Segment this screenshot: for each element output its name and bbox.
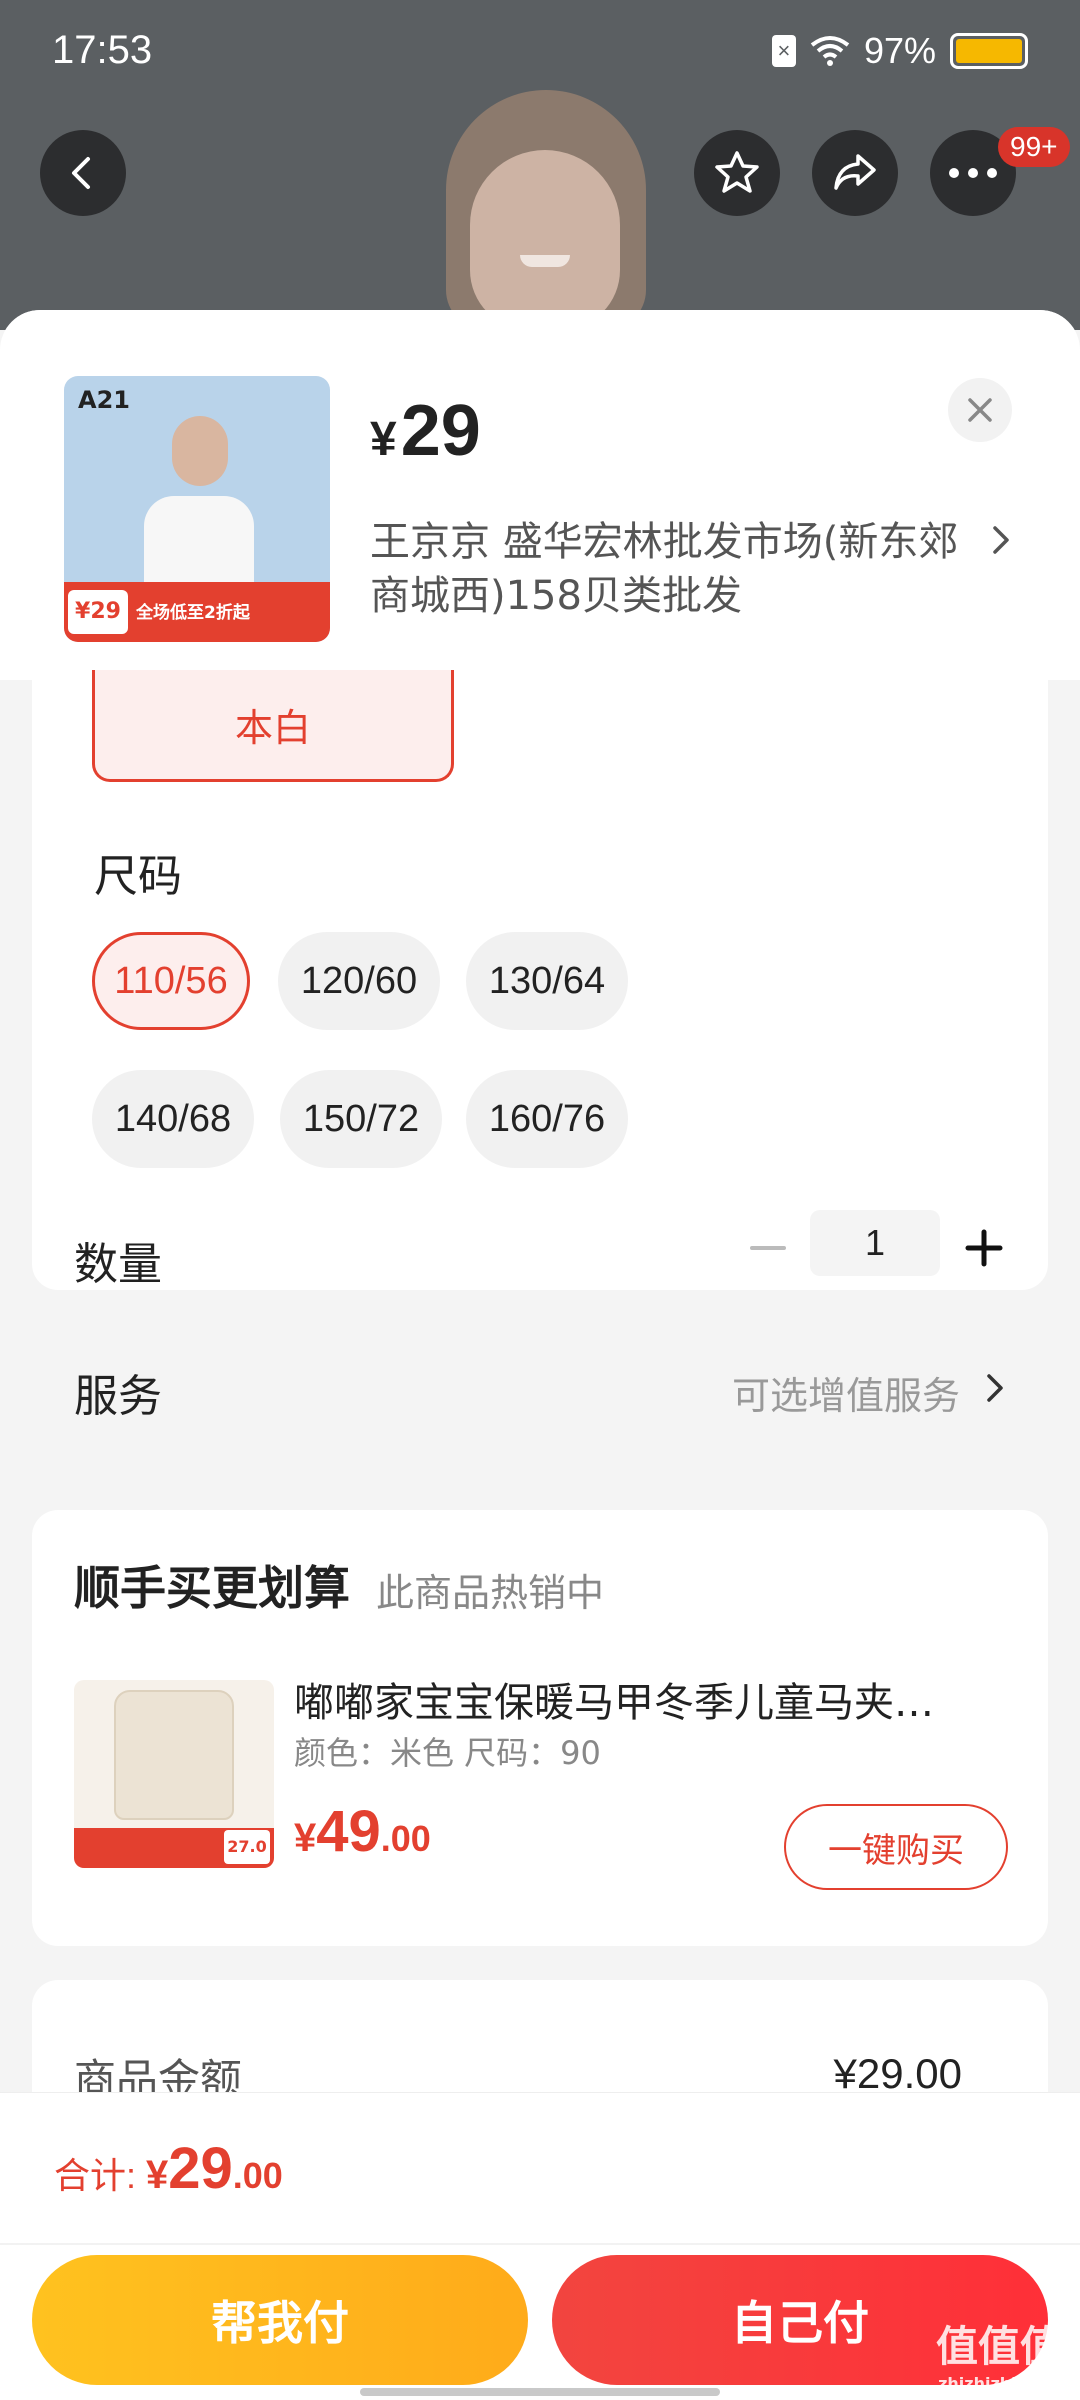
- upsell-price-dec: .00: [380, 1818, 431, 1859]
- total-label: 合计:: [54, 2155, 147, 2196]
- battery-percent: 97%: [863, 30, 936, 71]
- size-option-110-56[interactable]: 110/56: [92, 932, 250, 1030]
- upsell-title: 顺手买更划算: [74, 1561, 350, 1615]
- chevron-right-icon: [987, 1374, 1003, 1402]
- thumb-dress: [144, 496, 254, 596]
- shop-name[interactable]: 王京京 盛华宏林批发市场(新东郊商城西)158贝类批发: [370, 515, 990, 623]
- minus-icon[interactable]: [748, 1228, 788, 1268]
- upsell-product-image[interactable]: 27.0: [74, 1680, 274, 1868]
- upsell-subtitle: 此商品热销中: [376, 1571, 605, 1615]
- spec-card: 本白 尺码 110/56 120/60 130/64 140/68 150/72…: [32, 670, 1048, 1422]
- quantity-label: 数量: [74, 1239, 162, 1290]
- total-dec: .00: [232, 2155, 283, 2196]
- size-option-140-68[interactable]: 140/68: [92, 1070, 254, 1168]
- color-option-selected[interactable]: 本白: [92, 670, 454, 782]
- back-button[interactable]: [40, 130, 126, 216]
- close-sheet-button[interactable]: [948, 378, 1012, 442]
- service-label: 服务: [74, 1371, 162, 1422]
- model-smile: [520, 255, 570, 267]
- product-price: ¥29: [370, 390, 481, 472]
- quantity-input[interactable]: 1: [810, 1210, 940, 1276]
- thumb-brand-logo: A21: [78, 386, 130, 414]
- star-icon: [715, 151, 759, 193]
- no-sim-icon: ×: [771, 35, 796, 67]
- more-dots-icon: [949, 168, 997, 178]
- vest-image: [114, 1690, 234, 1820]
- price-value: 29: [400, 391, 481, 471]
- bottom-pay-bar: 合计: ¥29.00 帮我付 自己付 值值值 zhizhizhi.com: [0, 2092, 1080, 2400]
- goods-amount-value: ¥29.00: [833, 2050, 962, 2097]
- status-time: 17:53: [52, 28, 153, 72]
- battery-icon: [950, 33, 1028, 69]
- plus-icon[interactable]: [964, 1228, 1004, 1268]
- thumb-promo-price: ¥29: [68, 590, 128, 634]
- share-icon: [834, 154, 876, 190]
- status-bar: 17:53 × 97%: [0, 0, 1080, 100]
- upsell-card: 顺手买更划算 此商品热销中 27.0 嘟嘟家宝宝保暖马甲冬季儿童马夹… 颜色：米…: [32, 1510, 1048, 1946]
- watermark-url: zhizhizhi.com: [938, 2374, 1060, 2393]
- total-currency: ¥: [146, 2153, 169, 2197]
- one-click-buy-button[interactable]: 一键购买: [784, 1804, 1008, 1890]
- upsell-promo-price: 27.0: [224, 1830, 270, 1864]
- size-option-120-60[interactable]: 120/60: [278, 932, 440, 1030]
- thumb-promo-text: 全场低至2折起: [136, 603, 250, 623]
- thumb-model-head: [172, 416, 228, 486]
- model-face: [470, 150, 620, 330]
- ask-friend-pay-button[interactable]: 帮我付: [32, 2255, 528, 2385]
- chevron-right-icon: [993, 526, 1009, 554]
- size-option-130-64[interactable]: 130/64: [466, 932, 628, 1030]
- divider: [0, 2243, 1080, 2245]
- status-icons: × 97%: [771, 30, 1028, 72]
- chevron-left-icon: [72, 157, 90, 189]
- size-section-title: 尺码: [94, 851, 182, 902]
- watermark-text: 值值值: [935, 2322, 1062, 2371]
- total-price: 合计: ¥29.00: [54, 2135, 283, 2202]
- upsell-product-attrs: 颜色：米色 尺码：90: [294, 1734, 601, 1772]
- upsell-price-int: 49: [316, 1799, 381, 1864]
- upsell-product-name[interactable]: 嘟嘟家宝宝保暖马甲冬季儿童马夹…: [294, 1670, 1014, 1728]
- share-button[interactable]: [812, 130, 898, 216]
- upsell-price: ¥49.00: [294, 1798, 431, 1865]
- favorite-button[interactable]: [694, 130, 780, 216]
- sku-sheet: A21 ¥29 全场低至2折起 ¥29 王京京 盛华宏林批发市场(新东郊商城西)…: [0, 310, 1080, 2400]
- home-indicator[interactable]: [360, 2388, 720, 2396]
- size-option-150-72[interactable]: 150/72: [280, 1070, 442, 1168]
- wifi-icon: [810, 36, 850, 66]
- sheet-header: A21 ¥29 全场低至2折起 ¥29 王京京 盛华宏林批发市场(新东郊商城西)…: [0, 310, 1080, 680]
- upsell-price-currency: ¥: [294, 1816, 317, 1860]
- price-currency: ¥: [370, 413, 397, 466]
- watermark-logo: 值值值 zhizhizhi.com: [924, 2313, 1074, 2393]
- close-icon: [968, 398, 992, 422]
- product-thumbnail[interactable]: A21 ¥29 全场低至2折起: [64, 376, 330, 642]
- size-option-160-76[interactable]: 160/76: [466, 1070, 628, 1168]
- message-count-badge: 99+: [998, 127, 1070, 167]
- total-int: 29: [168, 2136, 233, 2201]
- service-option-link[interactable]: 可选增值服务: [732, 1365, 960, 1420]
